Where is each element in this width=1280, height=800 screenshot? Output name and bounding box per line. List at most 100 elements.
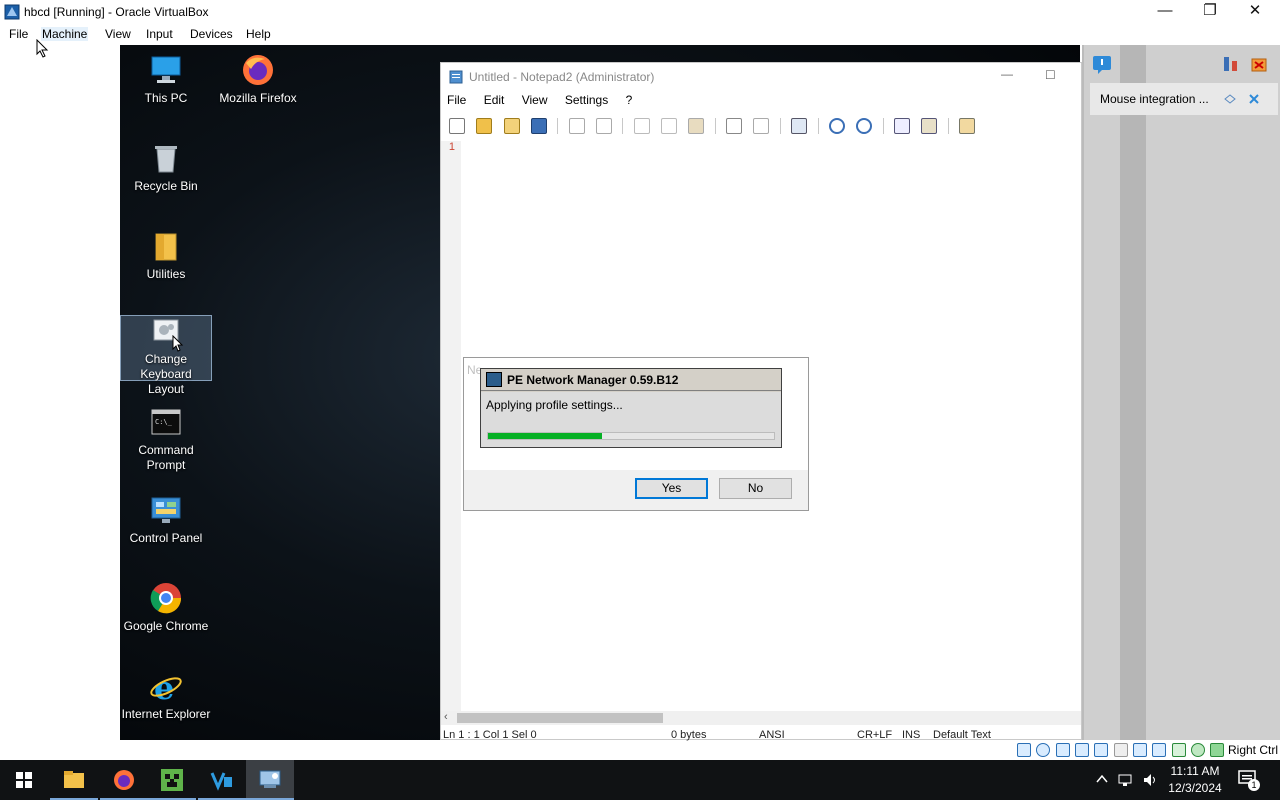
status-position: Ln 1 : 1 Col 1 Sel 0 bbox=[443, 729, 537, 741]
exit-icon[interactable] bbox=[958, 118, 975, 134]
clear-all-icon[interactable] bbox=[1250, 55, 1268, 73]
replace-icon[interactable] bbox=[753, 118, 770, 134]
notepad-icon bbox=[449, 70, 463, 84]
progress-bar-fill bbox=[488, 433, 603, 439]
notification-item[interactable]: Mouse integration ... bbox=[1090, 83, 1278, 115]
taskbar-network-manager[interactable] bbox=[246, 760, 294, 800]
network-status-icon[interactable] bbox=[1118, 772, 1134, 788]
network-icon[interactable] bbox=[1075, 743, 1090, 757]
save-icon[interactable] bbox=[531, 118, 548, 134]
minimize-button[interactable]: — bbox=[1142, 0, 1188, 24]
vbox-status-bar: Right Ctrl bbox=[1016, 740, 1280, 760]
desktop-icon-this-pc[interactable]: This PC bbox=[120, 53, 212, 106]
notepad-menu-help[interactable]: ? bbox=[626, 93, 633, 107]
display-icon[interactable] bbox=[1133, 743, 1148, 757]
optical-drive-icon[interactable] bbox=[1036, 743, 1051, 757]
desktop-icon-google-chrome[interactable]: Google Chrome bbox=[120, 581, 212, 634]
desktop-icon-firefox[interactable]: Mozilla Firefox bbox=[212, 53, 304, 106]
show-hidden-icons-chevron[interactable] bbox=[1096, 774, 1108, 784]
customize-scheme-icon[interactable] bbox=[921, 118, 938, 134]
taskbar-minecraft[interactable] bbox=[148, 760, 196, 800]
notepad-menu-view[interactable]: View bbox=[522, 93, 548, 107]
command-prompt-icon: C:\_ bbox=[149, 405, 183, 439]
firefox-icon bbox=[114, 770, 134, 790]
open-file-icon[interactable] bbox=[476, 118, 493, 134]
notepad-title: Untitled - Notepad2 (Administrator) bbox=[469, 70, 655, 84]
desktop-icon-utilities[interactable]: Utilities bbox=[120, 229, 212, 282]
audio-icon[interactable] bbox=[1055, 743, 1070, 757]
hard-disk-icon[interactable] bbox=[1017, 743, 1031, 757]
cpu-icon[interactable] bbox=[1171, 743, 1186, 757]
taskbar-file-explorer[interactable] bbox=[50, 760, 98, 800]
taskbar-virtualbox[interactable] bbox=[198, 760, 246, 800]
creeper-icon bbox=[161, 769, 183, 791]
firefox-icon bbox=[241, 53, 275, 87]
progress-bar bbox=[487, 432, 775, 440]
horizontal-scrollbar[interactable]: ‹ bbox=[441, 711, 1081, 725]
volume-icon[interactable] bbox=[1142, 772, 1158, 788]
notepad-minimize-button[interactable]: — bbox=[1001, 67, 1013, 81]
this-pc-icon bbox=[149, 53, 183, 87]
notepad-title-bar: Untitled - Notepad2 (Administrator) — ☐ bbox=[441, 63, 1081, 91]
virtualbox-app-icon bbox=[4, 4, 20, 20]
notification-count-badge: 1 bbox=[1248, 779, 1260, 791]
taskbar: 11:11 AM 12/3/2024 1 bbox=[0, 760, 1280, 800]
menu-help[interactable]: Help bbox=[245, 27, 272, 41]
usb-icon[interactable] bbox=[1094, 743, 1109, 757]
notepad-menu-file[interactable]: File bbox=[447, 93, 466, 107]
zoom-out-icon[interactable] bbox=[856, 118, 873, 134]
start-button[interactable] bbox=[0, 760, 48, 800]
taskbar-firefox[interactable] bbox=[100, 760, 148, 800]
notepad-menu-settings[interactable]: Settings bbox=[565, 93, 608, 107]
clock[interactable]: 11:11 AM 12/3/2024 bbox=[1162, 764, 1228, 795]
zoom-in-icon[interactable] bbox=[828, 118, 845, 134]
recycle-bin-icon bbox=[149, 141, 183, 175]
line-number: 1 bbox=[448, 141, 455, 153]
notepad-maximize-button[interactable]: ☐ bbox=[1045, 68, 1056, 82]
shared-folders-icon[interactable] bbox=[1113, 743, 1128, 757]
desktop-icon-command-prompt[interactable]: C:\_ Command Prompt bbox=[120, 405, 212, 473]
word-wrap-icon[interactable] bbox=[791, 118, 808, 134]
redo-icon[interactable] bbox=[596, 118, 613, 134]
no-button[interactable]: No bbox=[719, 478, 792, 499]
guest-additions-icon[interactable] bbox=[1191, 743, 1206, 757]
progress-message: Applying profile settings... bbox=[486, 398, 623, 412]
action-center-button[interactable]: 1 bbox=[1236, 770, 1260, 792]
menu-input[interactable]: Input bbox=[145, 27, 174, 41]
guest-cursor-icon bbox=[172, 335, 184, 352]
scheme-icon[interactable] bbox=[893, 118, 910, 134]
notepad-menu-edit[interactable]: Edit bbox=[484, 93, 505, 107]
undo-icon[interactable] bbox=[568, 118, 585, 134]
recording-icon[interactable] bbox=[1152, 743, 1167, 757]
notepad-menu-bar: File Edit View Settings ? bbox=[447, 93, 646, 111]
new-file-icon[interactable] bbox=[449, 118, 465, 134]
desktop-icon-change-keyboard-layout[interactable]: Change Keyboard Layout bbox=[120, 315, 212, 396]
host-window-title: hbcd [Running] - Oracle VirtualBox bbox=[24, 5, 209, 19]
find-icon[interactable] bbox=[726, 118, 743, 134]
mouse-cursor-icon bbox=[36, 39, 49, 58]
desktop-icon-internet-explorer[interactable]: e Internet Explorer bbox=[120, 669, 212, 722]
restore-button[interactable]: ❐ bbox=[1187, 0, 1233, 24]
notification-center-icon[interactable] bbox=[1092, 55, 1112, 75]
keyboard-capture-icon[interactable] bbox=[1210, 743, 1225, 757]
notification-close-icon[interactable] bbox=[1248, 93, 1260, 105]
cut-icon[interactable] bbox=[633, 118, 650, 134]
browse-icon[interactable] bbox=[503, 118, 520, 134]
menu-devices[interactable]: Devices bbox=[189, 27, 234, 41]
yes-button[interactable]: Yes bbox=[635, 478, 708, 499]
sort-icon[interactable] bbox=[1222, 55, 1240, 73]
network-manager-icon bbox=[259, 770, 281, 788]
notification-toggle-icon[interactable] bbox=[1224, 94, 1236, 104]
desktop-icon-control-panel[interactable]: Control Panel bbox=[120, 493, 212, 546]
scrollbar-thumb[interactable] bbox=[457, 713, 663, 723]
copy-icon[interactable] bbox=[661, 118, 678, 134]
host-key-label: Right Ctrl bbox=[1228, 743, 1279, 757]
status-size: 0 bytes bbox=[671, 729, 707, 741]
scroll-left-icon[interactable]: ‹ bbox=[444, 711, 448, 723]
control-panel-icon bbox=[149, 493, 183, 527]
paste-icon[interactable] bbox=[688, 118, 705, 134]
close-button[interactable]: ✕ bbox=[1232, 0, 1278, 24]
menu-view[interactable]: View bbox=[104, 27, 132, 41]
menu-file[interactable]: File bbox=[8, 27, 29, 41]
desktop-icon-recycle-bin[interactable]: Recycle Bin bbox=[120, 141, 212, 194]
